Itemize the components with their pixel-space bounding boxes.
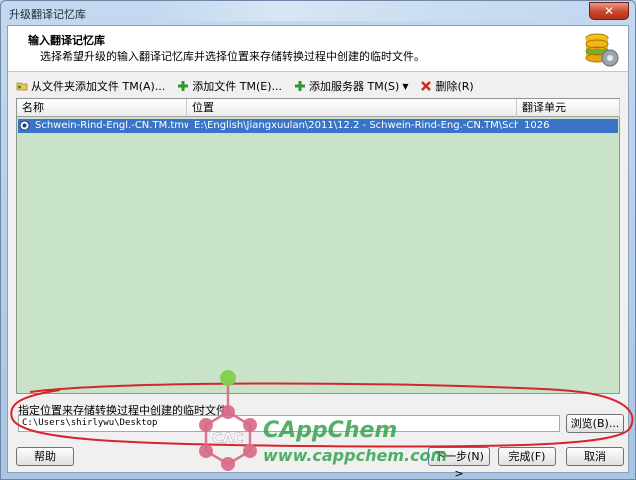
title-bar[interactable]: 升级翻译记忆库 ✕ — [1, 1, 635, 25]
dialog-window: 升级翻译记忆库 ✕ 输入翻译记忆库 选择希望升级的输入翻译记忆库并选择位置来存储… — [0, 0, 636, 480]
window-title: 升级翻译记忆库 — [9, 8, 86, 21]
toolbar: 从文件夹添加文件 TM(A)... 添加文件 TM(E)... 添加服务器 TM… — [16, 76, 474, 96]
close-button[interactable]: ✕ — [589, 2, 629, 20]
watermark-brand: CAppChem — [263, 418, 398, 443]
add-server-button[interactable]: 添加服务器 TM(S) ▼ — [294, 78, 408, 94]
table-row[interactable]: Schwein-Rind-Engl.-CN.TM.tmw E:\English\… — [18, 119, 618, 133]
finish-button[interactable]: 完成(F) — [498, 447, 556, 466]
add-server-label: 添加服务器 TM(S) — [309, 80, 400, 93]
delete-x-icon — [421, 81, 432, 91]
tm-list[interactable]: 名称 位置 翻译单元 Schwein-Rind-Engl.-CN.TM.tmw … — [16, 98, 620, 394]
add-from-folder-label: 从文件夹添加文件 TM(A)... — [31, 80, 166, 93]
cappchem-logo-icon: CAC — [199, 370, 257, 471]
dropdown-arrow-icon[interactable]: ▼ — [402, 82, 408, 91]
add-file-button[interactable]: 添加文件 TM(E)... — [177, 78, 282, 94]
add-from-folder-button[interactable]: 从文件夹添加文件 TM(A)... — [16, 78, 165, 94]
list-header: 名称 位置 翻译单元 — [17, 99, 620, 117]
row-units: 1026 — [524, 120, 550, 131]
folder-add-icon — [16, 82, 28, 91]
column-header-name[interactable]: 名称 — [17, 99, 187, 117]
wizard-banner: 输入翻译记忆库 选择希望升级的输入翻译记忆库并选择位置来存储转换过程中创建的临时… — [8, 26, 628, 72]
column-header-units[interactable]: 翻译单元 — [517, 99, 620, 117]
banner-title: 输入翻译记忆库 — [28, 34, 105, 47]
delete-button[interactable]: 删除(R) — [420, 78, 474, 94]
title-bar-glass — [151, 1, 581, 21]
delete-label: 删除(R) — [435, 80, 474, 93]
plus-icon — [178, 81, 189, 91]
banner-subtitle: 选择希望升级的输入翻译记忆库并选择位置来存储转换过程中创建的临时文件。 — [40, 50, 425, 63]
browse-button[interactable]: 浏览(B)... — [566, 414, 624, 433]
column-header-location[interactable]: 位置 — [187, 99, 517, 117]
watermark-url: www.cappchem.com — [263, 446, 448, 465]
row-name: Schwein-Rind-Engl.-CN.TM.tmw — [35, 120, 188, 131]
dialog-client: 输入翻译记忆库 选择希望升级的输入翻译记忆库并选择位置来存储转换过程中创建的临时… — [7, 25, 629, 480]
row-location: E:\English\Jiangxuulan\2011\12.2 - Schwe… — [194, 120, 518, 131]
add-file-label: 添加文件 TM(E)... — [192, 80, 283, 93]
database-upgrade-icon — [585, 33, 619, 67]
cancel-button[interactable]: 取消 — [566, 447, 624, 466]
help-button[interactable]: 帮助 — [16, 447, 74, 466]
logo-text: CAC — [212, 431, 243, 447]
tm-file-icon — [18, 119, 32, 133]
plus-icon — [295, 81, 306, 91]
